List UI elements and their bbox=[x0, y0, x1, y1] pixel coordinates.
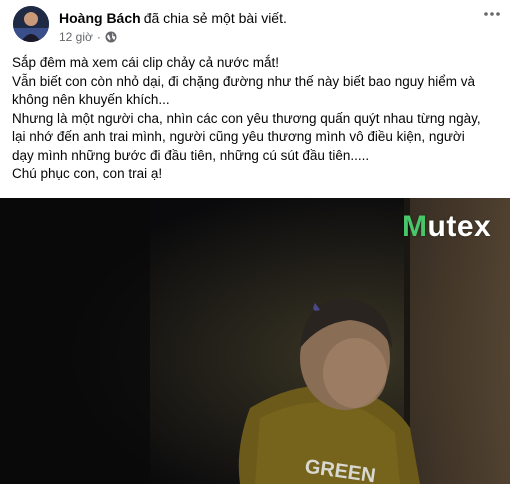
post-text-line: Chú phục con, con trai ạ! bbox=[12, 166, 163, 181]
post-meta: 12 giờ · bbox=[59, 29, 117, 45]
post-text: Sắp đêm mà xem cái clip chảy cả nước mắt… bbox=[12, 54, 504, 184]
post-text-line: lại nhớ đến anh trai mình, người cũng yê… bbox=[12, 129, 465, 144]
post-video[interactable]: GREEN Mutex bbox=[0, 198, 510, 484]
video-watermark: Mutex bbox=[402, 210, 491, 244]
post-text-line: Vẫn biết con còn nhỏ dại, đi chặng đường… bbox=[12, 73, 475, 89]
post-text-line: dạy mình những bước đi đầu tiên, những c… bbox=[12, 147, 370, 163]
meta-separator: · bbox=[96, 30, 101, 44]
watermark-text: utex bbox=[427, 210, 492, 243]
post-text-line: Nhưng là một người cha, nhìn các con yêu… bbox=[12, 110, 481, 126]
post-text-line: không nên khuyến khích... bbox=[12, 92, 170, 107]
author-name[interactable]: Hoàng Bách bbox=[59, 10, 141, 26]
avatar-image bbox=[13, 6, 49, 42]
post-header: Hoàng Bách đã chia sẻ một bài viết. 12 gi… bbox=[0, 0, 510, 52]
watermark-accent: M bbox=[402, 210, 428, 243]
globe-icon[interactable] bbox=[105, 31, 117, 43]
more-horizontal-icon bbox=[484, 12, 500, 16]
shared-action-text: đã chia sẻ một bài viết. bbox=[143, 10, 287, 26]
post-timestamp[interactable]: 12 giờ bbox=[59, 29, 93, 45]
post-title-line: Hoàng Bách đã chia sẻ một bài viết. bbox=[59, 9, 287, 27]
avatar[interactable] bbox=[13, 6, 49, 42]
post-text-line: Sắp đêm mà xem cái clip chảy cả nước mắt… bbox=[12, 55, 279, 70]
more-options-button[interactable] bbox=[482, 4, 502, 24]
